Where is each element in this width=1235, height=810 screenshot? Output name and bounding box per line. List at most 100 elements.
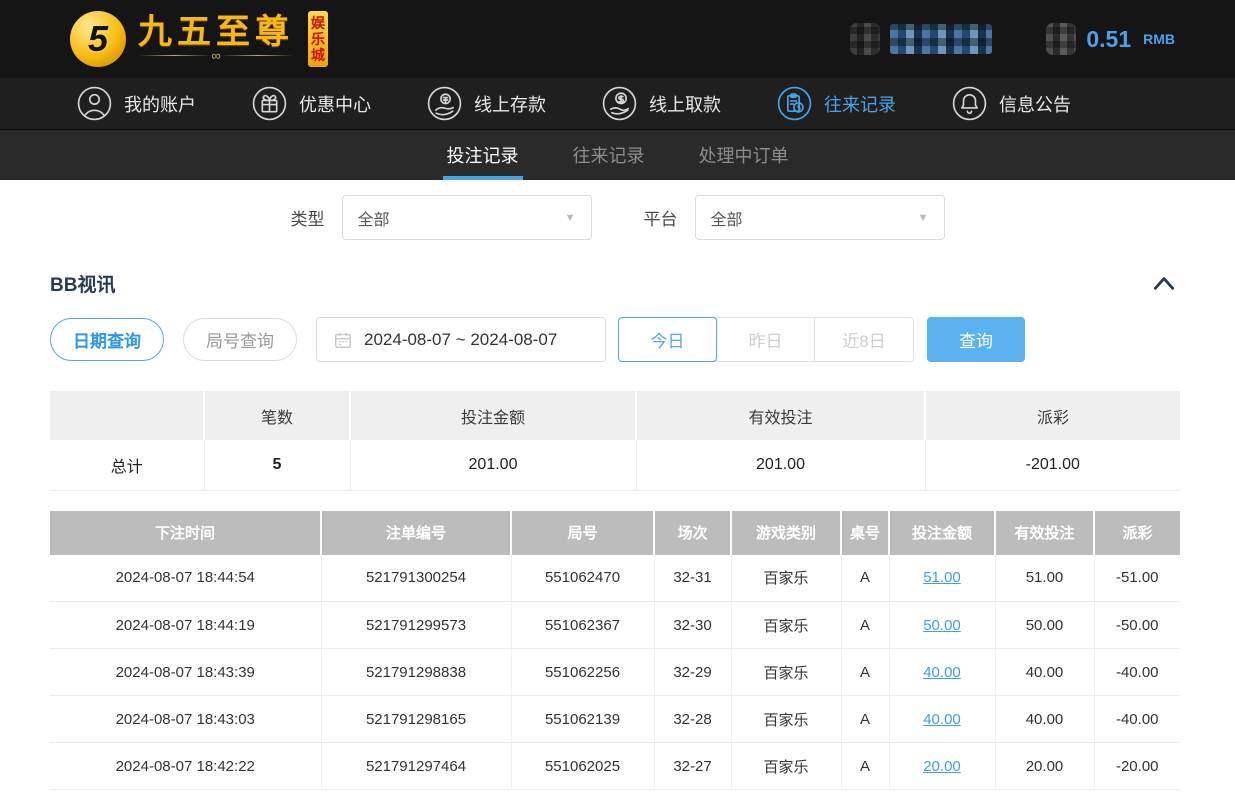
table-row: 2024-08-07 18:42:22 521791297464 5510620… [50, 743, 1180, 790]
section-head: BB视讯 [50, 270, 1177, 297]
active-tab-underline [443, 176, 523, 180]
site-logo[interactable]: 5 九五至尊 ∞ 娱 乐 城 [70, 11, 328, 67]
cell-valid-bet: 20.00 [995, 743, 1094, 790]
wallet-icon [1046, 23, 1076, 55]
summary-bet-amount: 201.00 [350, 440, 636, 490]
cell-order-no: 521791298165 [321, 696, 511, 743]
type-select[interactable]: 全部 ▼ [342, 195, 592, 240]
date-range-value: 2024-08-07 ~ 2024-08-07 [364, 330, 557, 350]
wallet-balance[interactable]: 0.51 RMB [1046, 23, 1175, 55]
balance-currency: RMB [1143, 31, 1175, 47]
nav-item-promotions[interactable]: 优惠中心 [251, 85, 371, 122]
cell-bet-time: 2024-08-07 18:43:03 [50, 696, 321, 743]
platform-select[interactable]: 全部 ▼ [695, 195, 945, 240]
summary-total-row: 总计 5 201.00 201.00 -201.00 [50, 440, 1180, 490]
cell-order-no: 521791298838 [321, 649, 511, 696]
cell-table-no: A [841, 555, 889, 602]
date-query-button[interactable]: 日期查询 [50, 318, 164, 361]
platform-filter-label: 平台 [644, 205, 678, 230]
today-button[interactable]: 今日 [619, 318, 717, 361]
table-row: 2024-08-07 18:43:39 521791298838 5510622… [50, 649, 1180, 696]
summary-valid-bet: 201.00 [636, 440, 925, 490]
col-session: 场次 [654, 511, 731, 555]
cell-round-no: 551062470 [511, 555, 654, 602]
col-table-no: 桌号 [841, 511, 889, 555]
cell-valid-bet: 40.00 [995, 696, 1094, 743]
yesterday-button[interactable]: 昨日 [717, 318, 815, 361]
search-button[interactable]: 查询 [927, 317, 1025, 362]
nav-item-transaction-records[interactable]: 往来记录 [776, 85, 896, 122]
summary-header-payout: 派彩 [925, 391, 1180, 440]
chevron-down-icon: ▼ [565, 212, 576, 224]
cell-valid-bet: 40.00 [995, 649, 1094, 696]
nav-item-withdraw[interactable]: 线上取款 [601, 85, 721, 122]
cell-round-no: 551062025 [511, 743, 654, 790]
cell-session: 32-27 [654, 743, 731, 790]
bet-amount-link[interactable]: 40.00 [923, 664, 961, 681]
last-8-days-button[interactable]: 近8日 [815, 318, 913, 361]
summary-count: 5 [204, 440, 350, 490]
cell-bet-time: 2024-08-07 18:43:39 [50, 649, 321, 696]
bet-amount-link[interactable]: 40.00 [923, 711, 961, 728]
col-bet-amount: 投注金额 [889, 511, 995, 555]
chevron-down-icon: ▼ [918, 212, 929, 224]
summary-header-row: 笔数 投注金额 有效投注 派彩 [50, 391, 1180, 440]
cell-game-type: 百家乐 [731, 555, 841, 602]
date-range-input[interactable]: 2024-08-07 ~ 2024-08-07 [316, 317, 606, 362]
cell-table-no: A [841, 649, 889, 696]
col-order-no: 注单编号 [321, 511, 511, 555]
bet-amount-link[interactable]: 50.00 [923, 617, 961, 634]
tab-bet-records[interactable]: 投注记录 [443, 130, 523, 180]
cell-game-type: 百家乐 [731, 602, 841, 649]
cell-table-no: A [841, 743, 889, 790]
bet-records-table: 下注时间 注单编号 局号 场次 游戏类别 桌号 投注金额 有效投注 派彩 202… [50, 511, 1180, 791]
col-valid-bet: 有效投注 [995, 511, 1094, 555]
nav-item-deposit[interactable]: 线上存款 [426, 85, 546, 122]
cell-bet-time: 2024-08-07 18:44:19 [50, 602, 321, 649]
section-title: BB视讯 [50, 270, 115, 297]
user-account-chip[interactable] [850, 23, 992, 55]
nav-item-announcements[interactable]: 信息公告 [951, 85, 1071, 122]
filter-row: 类型 全部 ▼ 平台 全部 ▼ [0, 195, 1235, 240]
brand-name: 九五至尊 [138, 15, 294, 51]
summary-header-empty [50, 391, 204, 440]
cell-payout: -40.00 [1094, 649, 1180, 696]
bet-amount-link[interactable]: 20.00 [923, 758, 961, 775]
cell-payout: -50.00 [1094, 602, 1180, 649]
top-header: 5 九五至尊 ∞ 娱 乐 城 0.51 RMB [0, 0, 1235, 78]
cell-order-no: 521791299573 [321, 602, 511, 649]
bet-amount-link[interactable]: 51.00 [923, 569, 961, 586]
main-nav: 我的账户 优惠中心 线上存款 线上取款 往来记录 [0, 78, 1235, 130]
balance-value: 0.51 [1086, 26, 1131, 53]
cell-payout: -20.00 [1094, 743, 1180, 790]
cell-payout: -40.00 [1094, 696, 1180, 743]
cell-session: 32-30 [654, 602, 731, 649]
withdraw-icon [601, 85, 638, 122]
cell-valid-bet: 51.00 [995, 555, 1094, 602]
cell-order-no: 521791300254 [321, 555, 511, 602]
nav-item-my-account[interactable]: 我的账户 [76, 85, 196, 122]
gift-icon [251, 85, 288, 122]
col-round-no: 局号 [511, 511, 654, 555]
summary-payout: -201.00 [925, 440, 1180, 490]
cell-session: 32-29 [654, 649, 731, 696]
records-icon [776, 85, 813, 122]
cell-table-no: A [841, 602, 889, 649]
table-row: 2024-08-07 18:44:54 521791300254 5510624… [50, 555, 1180, 602]
tab-pending-orders[interactable]: 处理中订单 [695, 130, 793, 180]
cell-valid-bet: 50.00 [995, 602, 1094, 649]
avatar [850, 23, 880, 55]
col-bet-time: 下注时间 [50, 511, 321, 555]
cell-session: 32-31 [654, 555, 731, 602]
table-row: 2024-08-07 18:44:19 521791299573 5510623… [50, 602, 1180, 649]
chevron-up-icon [1151, 273, 1177, 295]
query-controls: 日期查询 局号查询 2024-08-07 ~ 2024-08-07 今日 昨日 … [50, 317, 1195, 362]
round-query-button[interactable]: 局号查询 [183, 318, 297, 361]
summary-table: 笔数 投注金额 有效投注 派彩 总计 5 201.00 201.00 -201.… [50, 391, 1180, 491]
collapse-section-button[interactable] [1151, 273, 1177, 295]
cell-game-type: 百家乐 [731, 743, 841, 790]
username-redacted [890, 24, 992, 54]
tab-transaction-records[interactable]: 往来记录 [569, 130, 649, 180]
table-header-row: 下注时间 注单编号 局号 场次 游戏类别 桌号 投注金额 有效投注 派彩 [50, 511, 1180, 555]
quick-date-group: 今日 昨日 近8日 [618, 317, 914, 362]
